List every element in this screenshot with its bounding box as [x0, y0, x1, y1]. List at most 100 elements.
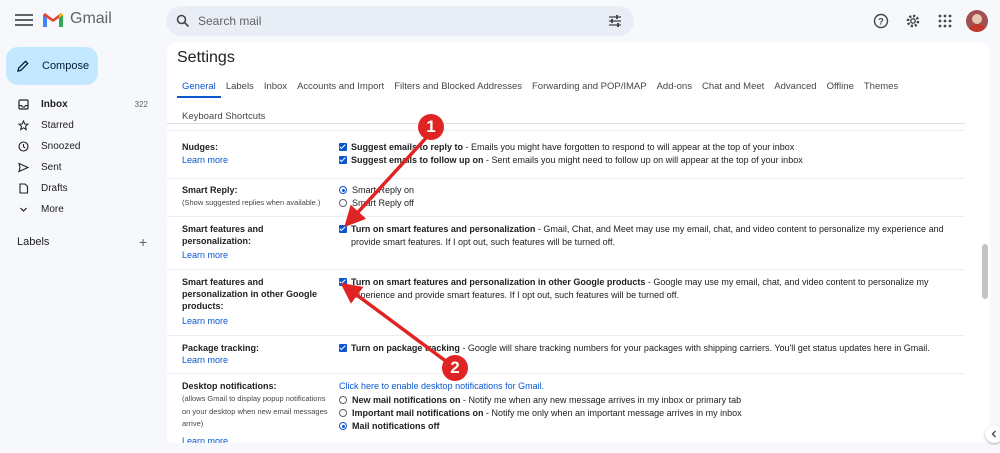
- smart-reply-off-radio[interactable]: [339, 199, 347, 207]
- setting-desktop-notifications: Desktop notifications: (allows Gmail to …: [167, 373, 965, 443]
- clock-icon: [17, 141, 29, 152]
- smart-features-other-label: Smart features and personalization in ot…: [182, 277, 318, 311]
- tab-themes[interactable]: Themes: [859, 80, 903, 94]
- option-description: - Notify me when any new message arrives…: [460, 395, 742, 405]
- mail-notifications-off-radio[interactable]: [339, 422, 347, 430]
- tab-filters[interactable]: Filters and Blocked Addresses: [389, 80, 527, 94]
- send-icon: [17, 162, 29, 173]
- settings-tabs: General Labels Inbox Accounts and Import…: [177, 80, 977, 124]
- option-description: - Google will share tracking numbers for…: [459, 343, 930, 353]
- option-title: Turn on smart features and personalizati…: [351, 224, 536, 234]
- setting-smart-features-other-products: Smart features and personalization in ot…: [167, 269, 965, 335]
- enable-desktop-notifications-link[interactable]: Click here to enable desktop notificatio…: [339, 381, 544, 391]
- svg-text:?: ?: [878, 17, 884, 27]
- main-menu-button[interactable]: [14, 11, 34, 29]
- mail-notifications-off-option: Mail notifications off: [339, 420, 959, 433]
- setting-smart-features: Smart features and personalization: Lear…: [167, 216, 965, 269]
- tab-offline[interactable]: Offline: [822, 80, 859, 94]
- search-input[interactable]: [198, 14, 588, 28]
- tabs-divider: [167, 123, 965, 124]
- option-title: Suggest emails to reply to: [351, 142, 464, 152]
- sidebar-item-sent[interactable]: Sent: [0, 157, 160, 178]
- add-label-icon[interactable]: +: [139, 234, 147, 250]
- setting-nudges: Nudges: Learn more Suggest emails to rep…: [167, 130, 965, 178]
- desktop-notifications-learn-more-link[interactable]: Learn more: [182, 436, 228, 443]
- sidebar-item-drafts[interactable]: Drafts: [0, 178, 160, 199]
- sidebar-item-label: Snoozed: [41, 141, 81, 152]
- option-title: New mail notifications on: [352, 395, 461, 405]
- option-title: Turn on package tracking: [351, 343, 460, 353]
- labels-heading: Labels: [17, 236, 50, 248]
- option-description: - Emails you might have forgotten to res…: [463, 142, 795, 152]
- draft-icon: [18, 183, 28, 194]
- inbox-count: 322: [134, 100, 148, 109]
- sidebar-item-more[interactable]: More: [0, 199, 160, 220]
- annotation-badge-1: 1: [418, 114, 444, 140]
- search-bar: [166, 6, 634, 36]
- important-mail-notifications-radio[interactable]: [339, 409, 347, 417]
- tab-forwarding[interactable]: Forwarding and POP/IMAP: [527, 80, 652, 94]
- option-description: - Sent emails you might need to follow u…: [483, 155, 803, 165]
- new-mail-notifications-radio[interactable]: [339, 396, 347, 404]
- top-bar: Gmail ?: [0, 0, 1000, 42]
- smart-features-other-checkbox[interactable]: [339, 278, 347, 286]
- sidebar: Compose Inbox 322 Starred Snoozed Sent D…: [0, 42, 160, 453]
- smart-reply-on-radio[interactable]: [339, 186, 347, 194]
- tab-accounts-and-import[interactable]: Accounts and Import: [292, 80, 389, 94]
- nudges-follow-up-option: Suggest emails to follow up on - Sent em…: [339, 154, 959, 167]
- tab-labels[interactable]: Labels: [221, 80, 259, 94]
- sidebar-item-inbox[interactable]: Inbox 322: [0, 94, 160, 115]
- nudges-learn-more-link[interactable]: Learn more: [182, 155, 228, 165]
- smart-reply-on-option: Smart Reply on: [339, 184, 959, 197]
- apps-grid-icon[interactable]: [934, 10, 956, 32]
- nudges-reply-checkbox[interactable]: [339, 143, 347, 151]
- package-tracking-label: Package tracking:: [182, 343, 260, 353]
- chevron-left-icon: [991, 430, 996, 438]
- gear-icon[interactable]: [902, 10, 924, 32]
- smart-features-checkbox[interactable]: [339, 225, 347, 233]
- sidebar-item-label: Sent: [41, 162, 62, 173]
- tab-add-ons[interactable]: Add-ons: [652, 80, 697, 94]
- help-icon[interactable]: ?: [870, 10, 892, 32]
- search-options-icon[interactable]: [608, 14, 622, 28]
- sidebar-item-label: Drafts: [41, 183, 68, 194]
- setting-smart-reply: Smart Reply: (Show suggested replies whe…: [167, 178, 965, 216]
- search-icon[interactable]: [176, 14, 190, 28]
- smart-features-label: Smart features and personalization:: [182, 224, 264, 246]
- account-avatar[interactable]: [966, 10, 988, 32]
- tab-inbox[interactable]: Inbox: [259, 80, 292, 94]
- new-mail-notifications-option: New mail notifications on - Notify me wh…: [339, 394, 959, 407]
- tab-keyboard-shortcuts[interactable]: Keyboard Shortcuts: [177, 110, 270, 124]
- chevron-down-icon: [19, 207, 27, 212]
- gmail-logo[interactable]: Gmail: [42, 10, 112, 28]
- smart-features-other-learn-more-link[interactable]: Learn more: [182, 316, 228, 326]
- smart-reply-label: Smart Reply:: [182, 185, 238, 195]
- option-title: Mail notifications off: [352, 421, 440, 431]
- package-tracking-learn-more-link[interactable]: Learn more: [182, 355, 228, 365]
- setting-package-tracking: Package tracking: Learn more Turn on pac…: [167, 335, 965, 373]
- side-panel-toggle[interactable]: [985, 425, 1000, 443]
- option-title: Important mail notifications on: [352, 408, 484, 418]
- smart-features-option: Turn on smart features and personalizati…: [339, 223, 959, 248]
- tab-chat-and-meet[interactable]: Chat and Meet: [697, 80, 769, 94]
- settings-panel: Settings General Labels Inbox Accounts a…: [167, 42, 990, 443]
- sidebar-item-label: Starred: [41, 120, 74, 131]
- smart-features-learn-more-link[interactable]: Learn more: [182, 250, 228, 260]
- star-icon: [17, 120, 29, 131]
- option-title: Turn on smart features and personalizati…: [351, 277, 646, 287]
- nudges-label: Nudges:: [182, 142, 218, 152]
- app-name: Gmail: [70, 10, 112, 27]
- sidebar-item-snoozed[interactable]: Snoozed: [0, 136, 160, 157]
- pencil-icon: [17, 60, 29, 72]
- compose-button[interactable]: Compose: [6, 47, 98, 85]
- scrollbar-thumb[interactable]: [982, 244, 988, 299]
- sidebar-item-label: More: [41, 204, 64, 215]
- inbox-icon: [17, 99, 29, 110]
- nudges-follow-up-checkbox[interactable]: [339, 156, 347, 164]
- package-tracking-checkbox[interactable]: [339, 344, 347, 352]
- tab-advanced[interactable]: Advanced: [769, 80, 821, 94]
- sidebar-item-starred[interactable]: Starred: [0, 115, 160, 136]
- tab-general[interactable]: General: [177, 80, 221, 98]
- annotation-badge-2: 2: [442, 355, 468, 381]
- desktop-notifications-description: (allows Gmail to display popup notificat…: [182, 394, 328, 428]
